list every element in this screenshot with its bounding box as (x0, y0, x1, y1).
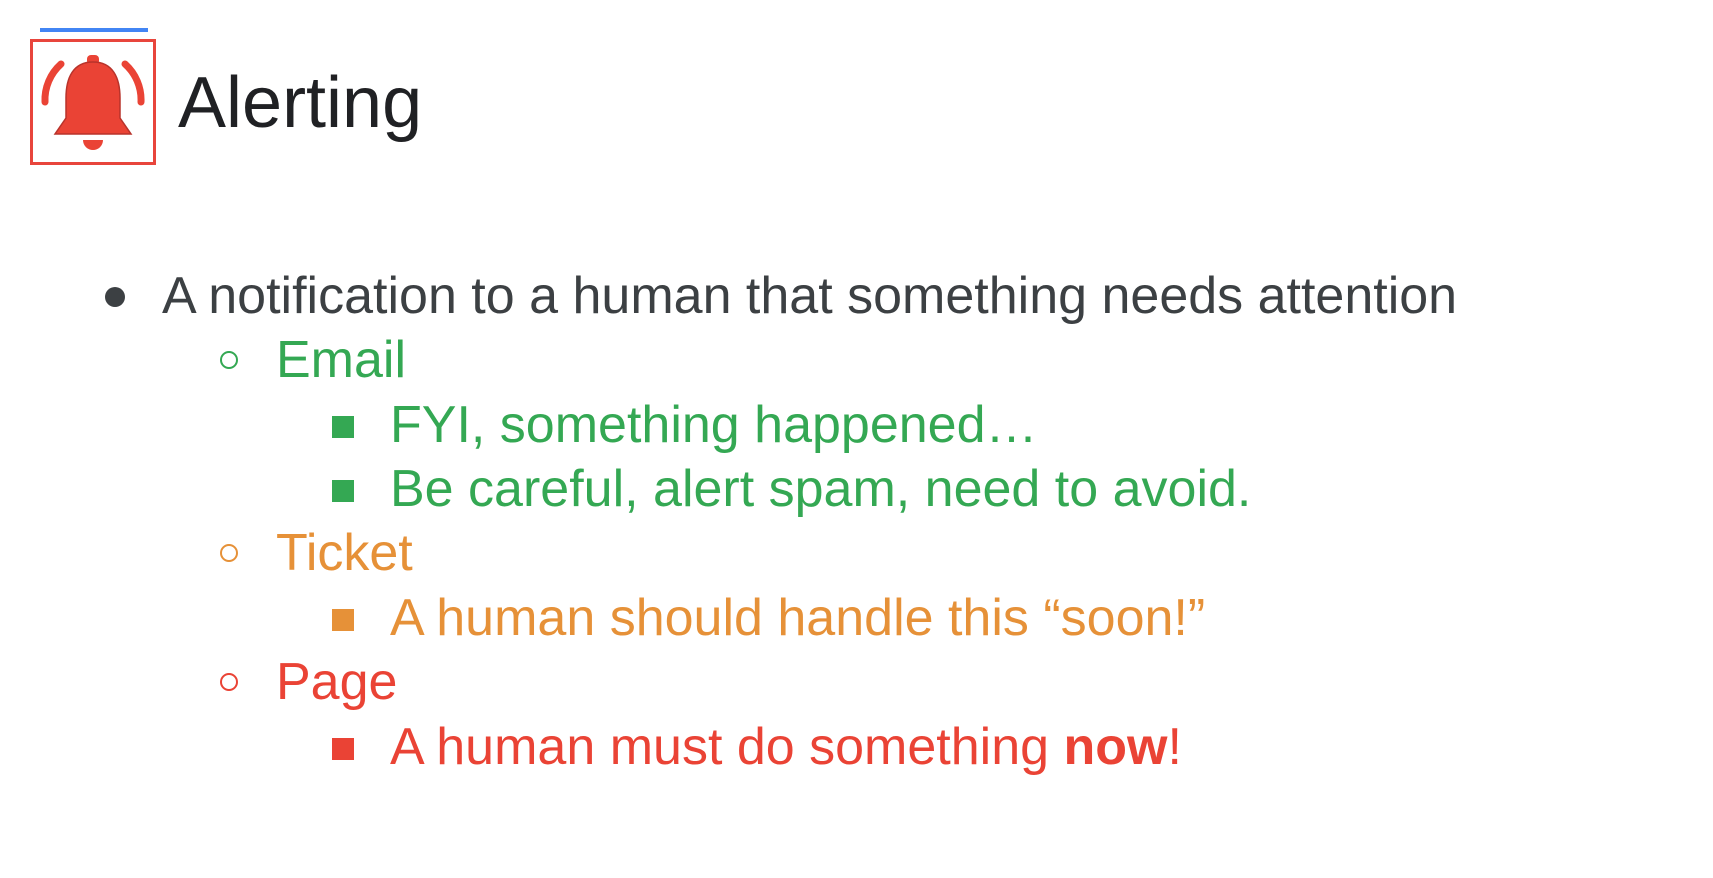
bullet-page-label: Page (276, 653, 398, 711)
square-bullet-icon (332, 416, 354, 438)
bullet-ticket-label: Ticket (276, 524, 413, 582)
bullet-email-item-text: Be careful, alert spam, need to avoid. (390, 460, 1252, 518)
bullet-ticket-item-text: A human should handle this “soon!” (390, 589, 1206, 647)
bell-icon-frame (30, 39, 156, 165)
bullet-page-item-suffix: ! (1167, 718, 1182, 776)
filled-dot-bullet-icon (105, 287, 125, 307)
bullet-page-item-emphasis: now (1063, 718, 1168, 776)
bullet-email-item-text: FYI, something happened… (390, 396, 1038, 454)
bullet-email-label: Email (276, 331, 407, 389)
hollow-circle-bullet-icon (220, 673, 238, 691)
bullet-main-text: A notification to a human that something… (162, 267, 1458, 325)
square-bullet-icon (332, 738, 354, 760)
bullet-page-item-prefix: A human must do something (390, 718, 1064, 776)
square-bullet-icon (332, 609, 354, 631)
hollow-circle-bullet-icon (220, 351, 238, 369)
hollow-circle-bullet-icon (220, 544, 238, 562)
square-bullet-icon (332, 480, 354, 502)
bullet-page-item-text: A human must do something now! (390, 715, 1182, 779)
title-accent-line (40, 28, 148, 32)
page-title: Alerting (178, 63, 423, 143)
bell-alert-icon (41, 55, 145, 150)
